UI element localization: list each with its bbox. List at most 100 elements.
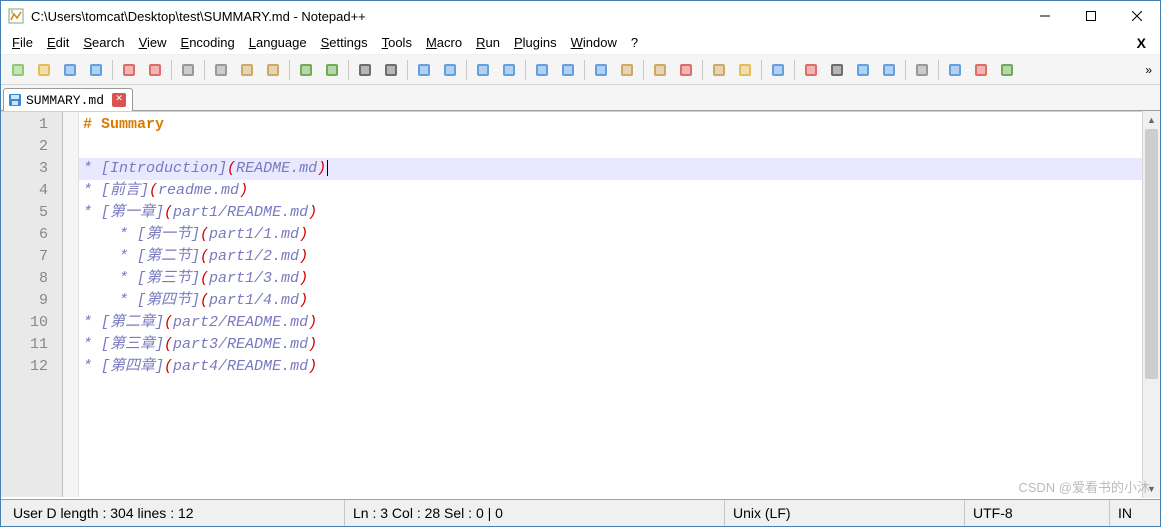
close-all-button[interactable] [143,58,167,82]
stop-button[interactable] [825,58,849,82]
toolbar-separator [702,60,703,80]
spell2-button[interactable] [969,58,993,82]
lang-icon [619,62,635,78]
code-line[interactable] [79,136,1160,158]
maximize-button[interactable] [1068,1,1114,31]
undo-icon [298,62,314,78]
menu-settings[interactable]: Settings [314,33,375,52]
sync-v-button[interactable] [471,58,495,82]
scroll-down-icon[interactable]: ▼ [1143,480,1160,498]
status-insert-mode[interactable]: IN [1110,500,1156,526]
toolbar-separator [794,60,795,80]
save-macro-icon [914,62,930,78]
zoom-in-button[interactable] [412,58,436,82]
play-button[interactable] [851,58,875,82]
play-multi-button[interactable] [877,58,901,82]
line-number: 6 [1,224,62,246]
code-line[interactable]: # Summary [79,114,1160,136]
code-line[interactable]: * [第二节](part1/2.md) [79,246,1160,268]
folder-button[interactable] [733,58,757,82]
menu-view[interactable]: View [132,33,174,52]
zoom-out-button[interactable] [438,58,462,82]
status-length: User D length : 304 lines : 12 [5,500,345,526]
scroll-up-icon[interactable]: ▲ [1143,111,1160,129]
scroll-track[interactable] [1143,129,1160,480]
wrap-button[interactable] [530,58,554,82]
close-file-button[interactable] [117,58,141,82]
open-file-button[interactable] [32,58,56,82]
code-area[interactable]: # Summary * [Introduction](README.md)* [… [79,112,1160,497]
code-line[interactable]: * [第四节](part1/4.md) [79,290,1160,312]
vertical-scrollbar[interactable]: ▲ ▼ [1142,111,1160,498]
code-line[interactable]: * [第一章](part1/README.md) [79,202,1160,224]
record-button[interactable] [799,58,823,82]
copy-icon [239,62,255,78]
undo-button[interactable] [294,58,318,82]
sync-h-button[interactable] [497,58,521,82]
replace-icon [383,62,399,78]
copy-button[interactable] [235,58,259,82]
code-line[interactable]: * [第四章](part4/README.md) [79,356,1160,378]
code-line[interactable]: * [第三章](part3/README.md) [79,334,1160,356]
menu-plugins[interactable]: Plugins [507,33,564,52]
play-multi-icon [881,62,897,78]
cut-button[interactable] [209,58,233,82]
menu-tools[interactable]: Tools [375,33,419,52]
new-file-button[interactable] [6,58,30,82]
status-encoding[interactable]: UTF-8 [965,500,1110,526]
redo-button[interactable] [320,58,344,82]
menu-run[interactable]: Run [469,33,507,52]
menu-edit[interactable]: Edit [40,33,76,52]
menu-encoding[interactable]: Encoding [174,33,242,52]
toolbar: » [1,55,1160,85]
status-eol[interactable]: Unix (LF) [725,500,965,526]
toolbar-overflow[interactable]: » [1141,63,1156,77]
minimize-button[interactable] [1022,1,1068,31]
redo-icon [324,62,340,78]
replace-button[interactable] [379,58,403,82]
line-number: 9 [1,290,62,312]
menu-file[interactable]: File [5,33,40,52]
indent-guide-button[interactable] [589,58,613,82]
spell3-icon [999,62,1015,78]
doc-list-button[interactable] [674,58,698,82]
menu-macro[interactable]: Macro [419,33,469,52]
folder-icon [737,62,753,78]
tab-close-icon[interactable]: ✕ [112,93,126,107]
menu-[interactable]: ? [624,33,645,52]
toolbar-separator [407,60,408,80]
save-state-icon [8,93,22,107]
print-button[interactable] [176,58,200,82]
spell1-button[interactable] [943,58,967,82]
doc-map-button[interactable] [648,58,672,82]
code-line[interactable]: * [前言](readme.md) [79,180,1160,202]
tab-summary-md[interactable]: SUMMARY.md ✕ [3,88,133,111]
find-button[interactable] [353,58,377,82]
function-list-button[interactable] [707,58,731,82]
code-line[interactable]: * [第三节](part1/3.md) [79,268,1160,290]
toolbar-separator [171,60,172,80]
code-line[interactable]: * [第二章](part2/README.md) [79,312,1160,334]
code-line[interactable]: * [第一节](part1/1.md) [79,224,1160,246]
line-number-gutter: 123456789101112 [1,112,63,497]
tab-bar: SUMMARY.md ✕ [1,85,1160,111]
toolbar-separator [905,60,906,80]
spell3-button[interactable] [995,58,1019,82]
close-button[interactable] [1114,1,1160,31]
save-all-button[interactable] [84,58,108,82]
menu-language[interactable]: Language [242,33,314,52]
paste-button[interactable] [261,58,285,82]
menubar-x[interactable]: X [1127,35,1156,51]
scroll-thumb[interactable] [1145,129,1158,379]
zoom-out-icon [442,62,458,78]
menu-window[interactable]: Window [564,33,624,52]
monitor-button[interactable] [766,58,790,82]
save-button[interactable] [58,58,82,82]
code-line[interactable]: * [Introduction](README.md) [79,158,1160,180]
lang-button[interactable] [615,58,639,82]
save-macro-button[interactable] [910,58,934,82]
doc-map-icon [652,62,668,78]
menu-search[interactable]: Search [76,33,131,52]
all-chars-button[interactable] [556,58,580,82]
indent-guide-icon [593,62,609,78]
